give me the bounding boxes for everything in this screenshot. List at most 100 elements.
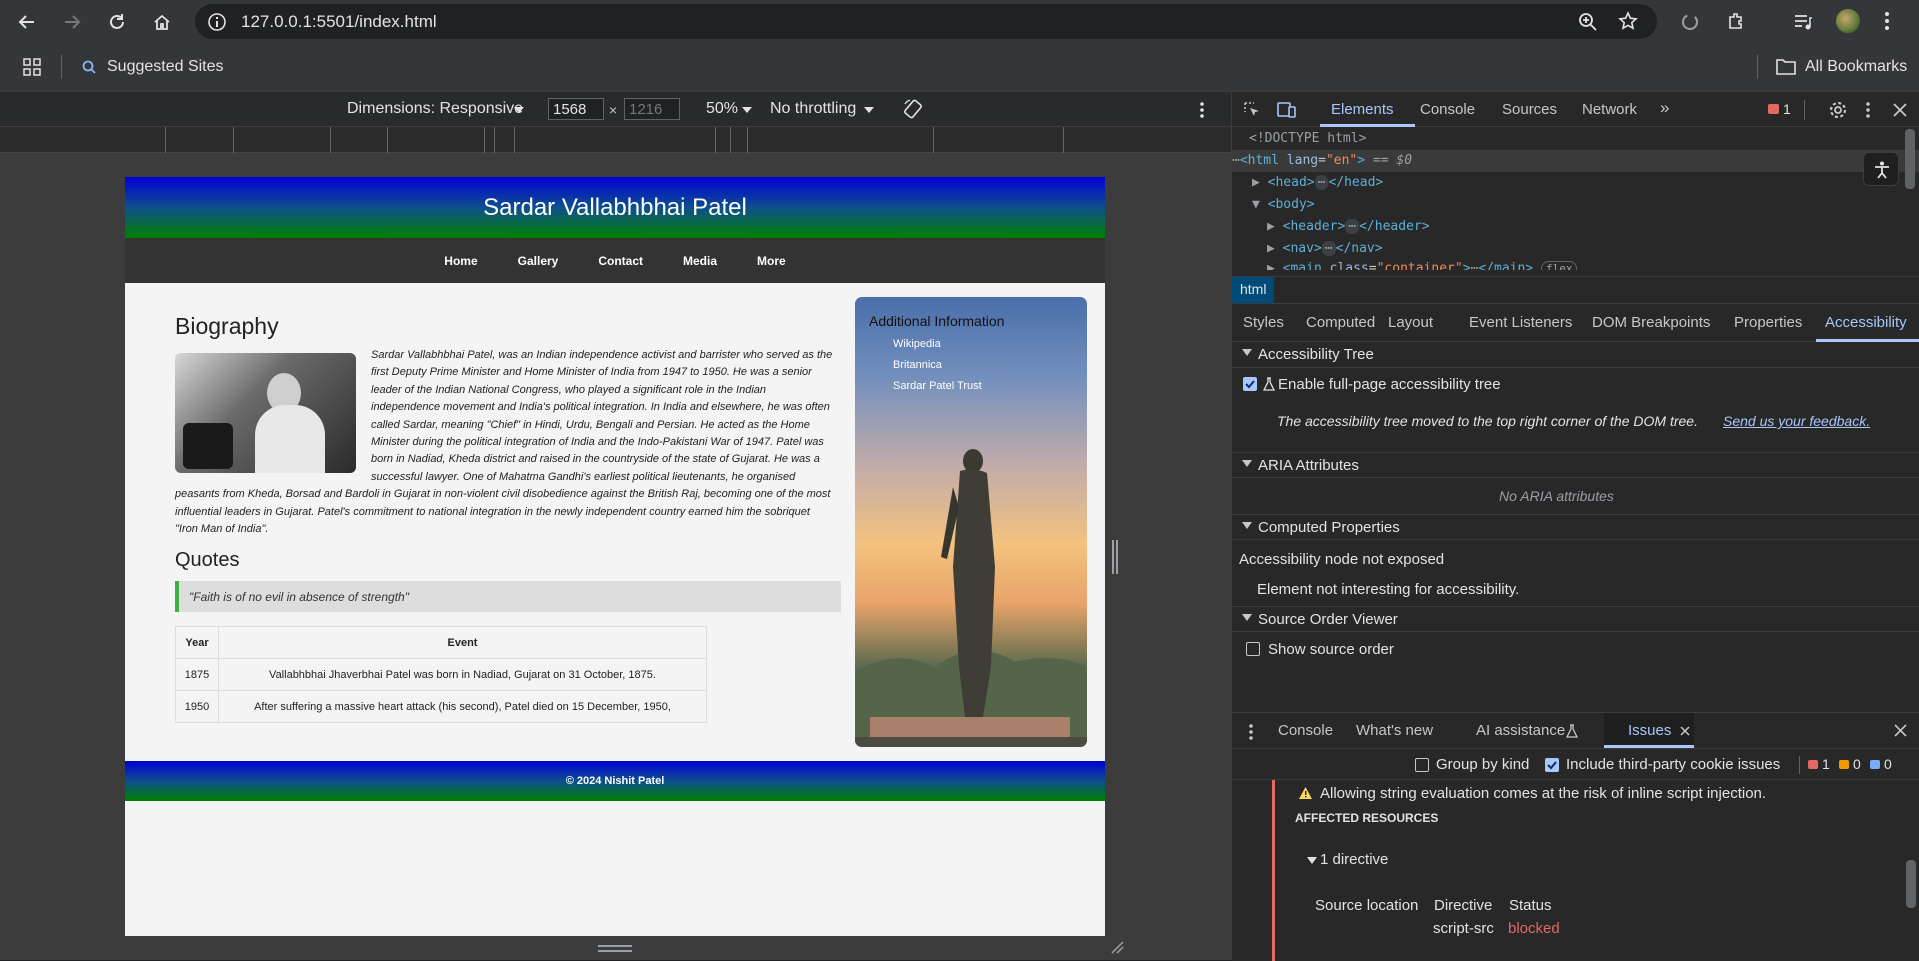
media-query-marker[interactable] [330, 127, 331, 153]
media-query-marker[interactable] [387, 127, 388, 153]
tab-event-listeners[interactable]: Event Listeners [1469, 314, 1572, 331]
group-by-kind-checkbox[interactable] [1415, 758, 1429, 772]
media-controls-icon[interactable] [1793, 12, 1813, 32]
accessibility-tree-section[interactable]: Accessibility Tree [1232, 342, 1919, 368]
aria-attributes-section[interactable]: ARIA Attributes [1232, 452, 1919, 478]
drawer-menu-icon[interactable] [1248, 723, 1254, 741]
devtools-menu-icon[interactable] [1865, 101, 1871, 119]
device-more-icon[interactable] [1199, 101, 1205, 119]
source-order-section[interactable]: Source Order Viewer [1232, 606, 1919, 632]
url-text[interactable]: 127.0.0.1:5501/index.html [241, 12, 437, 32]
expand-triangle-icon[interactable] [1307, 857, 1317, 864]
back-button[interactable] [13, 8, 41, 36]
dom-html-line[interactable]: ⋯<html lang="en"> == $0 [1232, 150, 1919, 172]
tab-layout[interactable]: Layout [1388, 314, 1433, 331]
device-toggle-icon[interactable] [1277, 101, 1297, 119]
show-source-order-label[interactable]: Show source order [1268, 641, 1394, 658]
dimensions-select[interactable]: Dimensions: Responsive [347, 100, 523, 118]
nav-home-link[interactable]: Home [424, 254, 497, 268]
error-count[interactable]: 1 [1783, 101, 1791, 117]
close-devtools-icon[interactable] [1893, 103, 1907, 117]
issues-scrollbar[interactable] [1906, 860, 1916, 908]
computed-properties-section[interactable]: Computed Properties [1232, 514, 1919, 540]
media-query-marker[interactable] [747, 127, 748, 153]
media-query-marker[interactable] [1063, 127, 1064, 153]
extensions-icon[interactable] [1726, 11, 1746, 31]
apps-grid-icon[interactable] [23, 58, 41, 76]
nav-media-link[interactable]: Media [663, 254, 737, 268]
sardar-patel-trust-link[interactable]: Sardar Patel Trust [893, 380, 982, 392]
group-by-kind-label[interactable]: Group by kind [1436, 756, 1529, 773]
more-menu-icon[interactable] [1884, 11, 1890, 31]
right-resize-handle[interactable] [1112, 540, 1118, 574]
star-icon[interactable] [1618, 11, 1638, 31]
nav-more-link[interactable]: More [737, 254, 806, 268]
directive-count[interactable]: 1 directive [1320, 851, 1388, 868]
accessibility-tree-toggle[interactable] [1863, 152, 1899, 186]
home-button[interactable] [148, 8, 176, 36]
zoom-select[interactable]: 50% [706, 100, 738, 118]
error-badge-icon[interactable] [1768, 104, 1779, 114]
close-issues-tab-icon[interactable] [1680, 726, 1690, 736]
media-query-marker[interactable] [233, 127, 234, 153]
tab-dom-breakpoints[interactable]: DOM Breakpoints [1592, 314, 1710, 331]
dom-body-line[interactable]: ▼ <body> [1252, 194, 1315, 216]
tab-elements[interactable]: Elements [1331, 101, 1394, 118]
tab-accessibility[interactable]: Accessibility [1825, 314, 1907, 331]
media-query-marker[interactable] [933, 127, 934, 153]
tab-styles[interactable]: Styles [1243, 314, 1284, 331]
nav-gallery-link[interactable]: Gallery [498, 254, 579, 268]
dom-header-line[interactable]: ▶ <header> ⋯ </header> [1267, 216, 1430, 238]
enable-tree-checkbox[interactable] [1243, 377, 1257, 391]
inspect-element-icon[interactable] [1243, 101, 1261, 119]
tab-console[interactable]: Console [1420, 101, 1475, 118]
media-query-bar[interactable] [0, 127, 1231, 153]
send-feedback-link[interactable]: Send us your feedback. [1723, 413, 1870, 429]
profile-avatar[interactable] [1836, 9, 1860, 33]
media-query-marker[interactable] [730, 127, 731, 153]
height-input[interactable]: 1216 [624, 98, 680, 120]
rotate-icon[interactable] [902, 98, 924, 120]
media-query-marker[interactable] [484, 127, 485, 153]
enable-tree-label[interactable]: Enable full-page accessibility tree [1278, 376, 1501, 393]
more-tabs-icon[interactable]: » [1660, 98, 1669, 118]
dom-main-line[interactable]: ▶ <main class="container">⋯</main> flex [1267, 260, 1578, 270]
settings-gear-icon[interactable] [1829, 101, 1847, 119]
address-bar[interactable]: 127.0.0.1:5501/index.html [195, 4, 1657, 39]
dom-nav-line[interactable]: ▶ <nav> ⋯ </nav> [1267, 238, 1383, 260]
drawer-tab-console[interactable]: Console [1278, 722, 1333, 739]
throttling-select[interactable]: No throttling [770, 100, 856, 118]
bottom-resize-handle[interactable] [598, 945, 632, 952]
sync-icon[interactable] [1680, 12, 1700, 32]
media-query-marker[interactable] [494, 127, 495, 153]
wikipedia-link[interactable]: Wikipedia [893, 338, 941, 350]
corner-resize-icon[interactable] [1110, 940, 1124, 954]
tab-sources[interactable]: Sources [1502, 101, 1557, 118]
site-info-icon[interactable] [207, 12, 227, 32]
drawer-tab-issues[interactable]: Issues [1628, 722, 1671, 739]
width-input[interactable]: 1568 [548, 98, 604, 120]
nav-contact-link[interactable]: Contact [578, 254, 663, 268]
tab-computed[interactable]: Computed [1306, 314, 1375, 331]
zoom-icon[interactable] [1578, 12, 1598, 32]
dom-doctype[interactable]: <!DOCTYPE html> [1249, 128, 1366, 150]
dom-tree-scrollbar[interactable] [1905, 129, 1915, 189]
all-bookmarks-link[interactable]: All Bookmarks [1805, 58, 1907, 76]
tab-network[interactable]: Network [1582, 101, 1637, 118]
dom-head-line[interactable]: ▶ <head> ⋯ </head> [1252, 172, 1383, 194]
drawer-tab-whats-new[interactable]: What's new [1356, 722, 1433, 739]
suggested-sites-link[interactable]: Suggested Sites [107, 58, 224, 76]
britannica-link[interactable]: Britannica [893, 359, 942, 371]
close-drawer-icon[interactable] [1894, 724, 1907, 737]
include-third-party-checkbox[interactable] [1545, 758, 1559, 772]
reload-button[interactable] [103, 8, 131, 36]
media-query-marker[interactable] [514, 127, 515, 153]
include-third-party-label[interactable]: Include third-party cookie issues [1566, 756, 1780, 773]
tab-properties[interactable]: Properties [1734, 314, 1802, 331]
breadcrumb-html[interactable]: html [1232, 277, 1275, 303]
forward-button[interactable] [58, 8, 86, 36]
media-query-marker[interactable] [165, 127, 166, 153]
media-query-marker[interactable] [715, 127, 716, 153]
drawer-tab-ai-assistance[interactable]: AI assistance [1476, 722, 1565, 739]
show-source-order-checkbox[interactable] [1246, 642, 1260, 656]
